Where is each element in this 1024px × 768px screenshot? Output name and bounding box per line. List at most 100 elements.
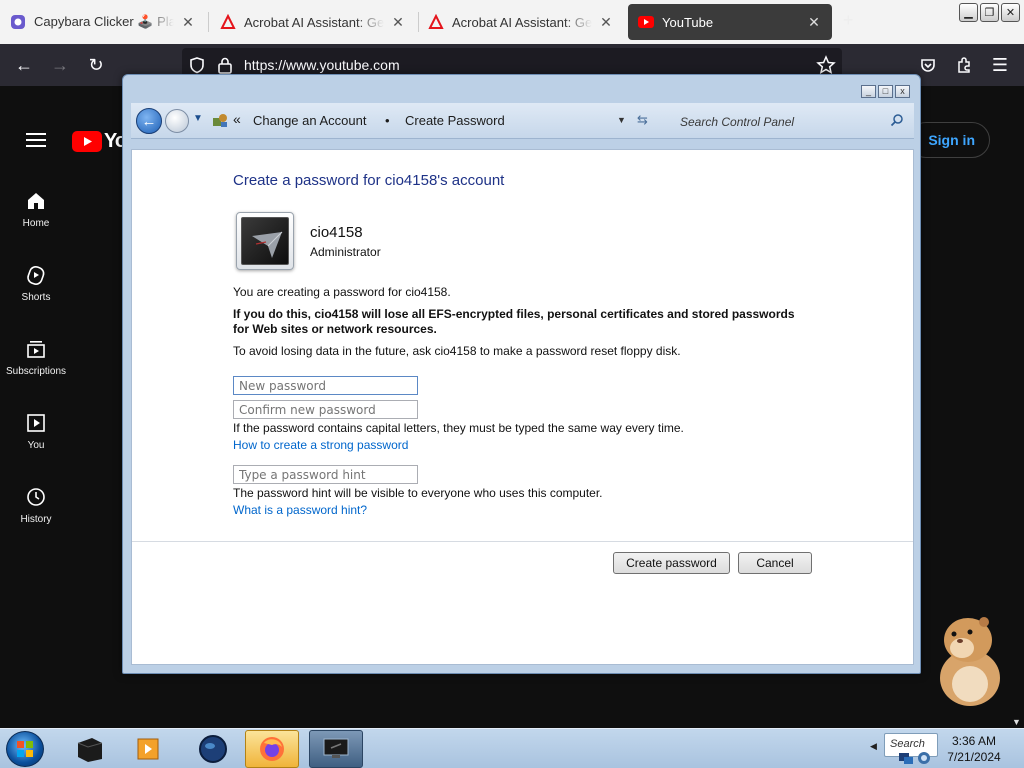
close-tab-icon[interactable]: ✕ <box>180 14 196 31</box>
avatar <box>236 212 294 270</box>
control-panel-icon <box>211 111 229 132</box>
sidebar-item-home[interactable]: Home <box>0 190 72 229</box>
breadcrumb-overflow-icon[interactable]: « <box>233 111 241 127</box>
password-hint-field[interactable] <box>233 465 418 484</box>
tab-title: Acrobat AI Assistant: Generative AI <box>244 14 384 30</box>
warning-text: If you do this, cio4158 will lose all EF… <box>233 307 795 336</box>
sign-in-label: Sign in <box>928 132 975 148</box>
sidebar-item-label: You <box>27 440 45 451</box>
intro-text: You are creating a password for cio4158. <box>233 285 451 299</box>
sidebar-item-shorts[interactable]: Shorts <box>0 264 72 303</box>
hamburger-menu-icon[interactable] <box>26 132 46 151</box>
search-icon[interactable] <box>890 113 904 130</box>
extensions-icon[interactable] <box>953 54 975 76</box>
cancel-button[interactable]: Cancel <box>738 552 812 574</box>
minimize-icon[interactable]: _ <box>861 85 876 98</box>
subscriptions-icon <box>27 341 45 358</box>
tab-acrobat-ai-1[interactable]: Acrobat AI Assistant: Generative AI ✕ <box>210 4 416 40</box>
tab-acrobat-ai-2[interactable]: Acrobat AI Assistant: Generative AI ✕ <box>418 4 624 40</box>
minimize-icon[interactable]: ▁ <box>959 3 978 22</box>
tab-youtube[interactable]: YouTube ✕ <box>628 4 832 40</box>
windows-logo-icon <box>17 741 33 757</box>
acrobat-favicon-icon <box>428 14 444 30</box>
acrobat-favicon-icon <box>220 14 236 30</box>
caps-note-text: If the password contains capital letters… <box>233 421 684 435</box>
hamburger-menu-icon[interactable]: ☰ <box>989 54 1011 76</box>
globe-icon <box>199 735 227 763</box>
sidebar-item-label: Home <box>22 218 50 229</box>
dark-box-icon <box>77 738 103 762</box>
recent-pages-dropdown-icon[interactable]: ▼ <box>193 113 203 124</box>
network-icon[interactable] <box>898 751 914 768</box>
volume-icon[interactable] <box>916 751 932 768</box>
window-title-bar[interactable] <box>123 75 920 101</box>
taskbar-search-label: Search <box>890 738 925 750</box>
sidebar-item-label: Shorts <box>21 292 51 303</box>
taskbar-app-globe[interactable] <box>186 730 240 768</box>
show-hidden-icons-icon[interactable]: ◀ <box>870 741 877 752</box>
pocket-icon[interactable] <box>917 54 939 76</box>
sidebar-item-subscriptions[interactable]: Subscriptions <box>0 338 72 377</box>
taskbar: ◀ Search 3:36 AM 7/21/2024 ▼ <box>0 717 1024 768</box>
close-window-icon[interactable]: ✕ <box>1001 3 1020 22</box>
sidebar-item-history[interactable]: History <box>0 486 72 525</box>
hint-note-text: The password hint will be visible to eve… <box>233 486 603 500</box>
user-role: Administrator <box>310 245 381 259</box>
strong-password-link[interactable]: How to create a strong password <box>233 438 408 452</box>
taskbar-app-firefox[interactable] <box>245 730 299 768</box>
create-password-label: Create password <box>626 556 717 570</box>
firefox-icon <box>260 737 284 761</box>
back-button[interactable]: ← <box>136 108 162 134</box>
notification-area: ◀ Search <box>864 729 944 768</box>
start-button[interactable] <box>6 731 44 767</box>
close-tab-icon[interactable]: ✕ <box>598 14 614 31</box>
sidebar-item-label: Subscriptions <box>5 366 67 377</box>
forward-arrow-icon[interactable]: → <box>49 54 71 76</box>
taskbar-app-dark[interactable] <box>62 730 116 768</box>
advice-text: To avoid losing data in the future, ask … <box>233 344 681 358</box>
refresh-icon[interactable]: ⇆ <box>637 112 648 128</box>
clock-time: 3:36 AM <box>951 734 997 748</box>
tab-title: YouTube <box>662 14 714 30</box>
you-icon <box>27 414 45 432</box>
back-arrow-icon[interactable]: ← <box>13 54 35 76</box>
clock-date: 7/21/2024 <box>947 750 1001 764</box>
cancel-label: Cancel <box>756 556 794 570</box>
close-window-icon[interactable]: x <box>895 85 910 98</box>
close-tab-icon[interactable]: ✕ <box>390 14 406 31</box>
create-password-button[interactable]: Create password <box>613 552 730 574</box>
tab-capybara-clicker[interactable]: Capybara Clicker 🕹️ Play online ✕ <box>0 4 206 40</box>
taskbar-app-media[interactable] <box>121 730 175 768</box>
confirm-password-field[interactable] <box>233 400 418 419</box>
maximize-icon[interactable]: □ <box>878 85 893 98</box>
search-control-panel-input[interactable]: Search Control Panel <box>668 107 910 135</box>
forward-button[interactable] <box>165 109 189 133</box>
hamster-image <box>924 608 1006 708</box>
tab-title: Capybara Clicker 🕹️ Play online <box>34 14 174 29</box>
window-controls: _ □ x <box>861 85 910 98</box>
back-arrow-icon: ← <box>141 112 157 130</box>
system-clock[interactable]: 3:36 AM 7/21/2024 <box>944 733 1004 765</box>
address-dropdown-icon[interactable]: ▼ <box>617 115 626 125</box>
search-placeholder: Search Control Panel <box>680 115 795 129</box>
youtube-logo-icon <box>72 131 102 152</box>
hamster-icon <box>940 617 1000 706</box>
new-tab-icon[interactable]: + <box>843 10 854 31</box>
password-hint-link[interactable]: What is a password hint? <box>233 503 367 517</box>
taskbar-app-control-panel[interactable] <box>309 730 363 768</box>
sidebar-item-you[interactable]: You <box>0 412 72 451</box>
user-picture-icon <box>252 231 283 258</box>
maximize-icon[interactable]: ❐ <box>980 3 999 22</box>
new-password-field[interactable] <box>233 376 418 395</box>
breadcrumb-change-account[interactable]: Change an Account <box>253 113 366 128</box>
history-icon <box>27 488 45 506</box>
scroll-down-arrow-icon[interactable]: ▼ <box>1012 717 1021 727</box>
control-panel-address-bar: ← ▼ « Change an Account • Create Passwor… <box>131 103 914 139</box>
breadcrumb-create-password[interactable]: Create Password <box>405 113 505 128</box>
user-name: cio4158 <box>310 224 363 241</box>
reload-icon[interactable]: ↻ <box>85 54 107 76</box>
youtube-favicon-icon <box>638 14 654 30</box>
close-tab-icon[interactable]: ✕ <box>806 14 822 31</box>
sidebar-item-label: History <box>20 514 52 525</box>
media-player-icon <box>137 738 159 760</box>
